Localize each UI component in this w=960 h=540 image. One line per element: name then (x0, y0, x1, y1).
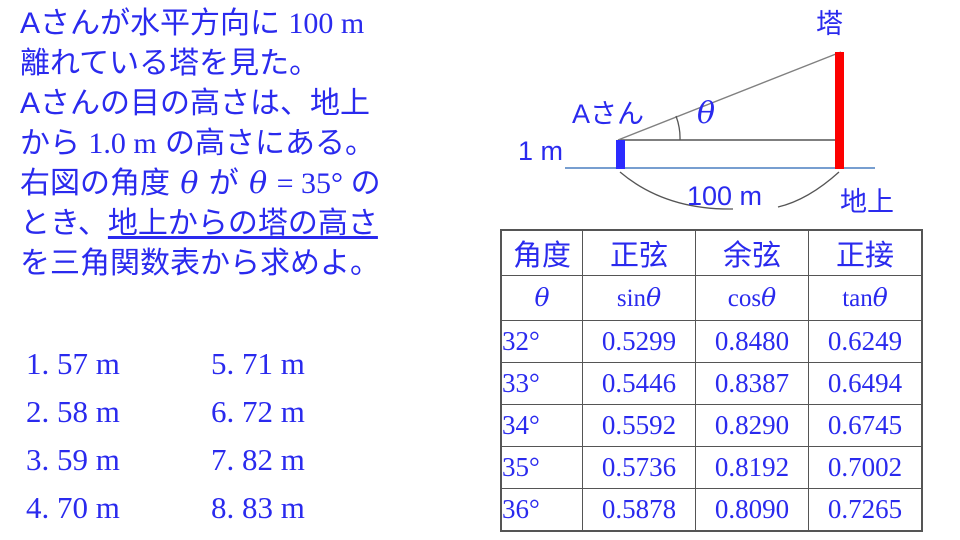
answer-choice[interactable]: 3. 59 m (26, 442, 211, 478)
table-row: 32° 0.5299 0.8480 0.6249 (500, 320, 923, 363)
tower-label: 塔 (816, 9, 843, 39)
header-tan-symbol: tanθ (808, 275, 923, 321)
angle-arc (675, 115, 681, 141)
angle-cell: 35° (500, 446, 583, 489)
table-row: 35° 0.5736 0.8192 0.7002 (500, 446, 923, 489)
problem-line: 右図の角度 θ が θ = 35° の (20, 164, 490, 204)
header-angle-jp: 角度 (500, 229, 583, 276)
problem-text-run: 右図の角度 (20, 167, 179, 200)
sin-cell: 0.5299 (582, 320, 696, 363)
problem-text-run: の (350, 167, 381, 200)
answer-choice-row: 1. 57 m 5. 71 m (26, 340, 446, 388)
problem-statement: Aさんが水平方向に 100 m 離れている塔を見た。 Aさんの目の高さは、地上 から … (20, 4, 490, 284)
header-tan-jp: 正接 (808, 229, 923, 276)
answer-choice-row: 2. 58 m 6. 72 m (26, 388, 446, 436)
sin-cell: 0.5736 (582, 446, 696, 489)
table-header-row-jp: 角度 正弦 余弦 正接 (500, 229, 923, 276)
distance-arc-right (777, 171, 840, 208)
tan-cell: 0.6494 (808, 362, 923, 405)
tan-cell: 0.7265 (808, 488, 923, 532)
problem-text-run: 1.0 m (88, 127, 157, 160)
problem-line: Aさんの目の高さは、地上 (20, 84, 490, 124)
line-of-sight (617, 51, 842, 141)
cos-cell: 0.8090 (695, 488, 809, 532)
problem-text-run: 離れている塔を見た。 (20, 47, 320, 80)
angle-cell: 34° (500, 404, 583, 447)
problem-line: から 1.0 m の高さにある。 (20, 124, 490, 164)
answer-choice-row: 4. 70 m 8. 83 m (26, 484, 446, 532)
answer-choice-row: 3. 59 m 7. 82 m (26, 436, 446, 484)
problem-text-run: の高さにある。 (156, 127, 376, 160)
problem-slide: Aさんが水平方向に 100 m 離れている塔を見た。 Aさんの目の高さは、地上 から … (0, 0, 960, 540)
cos-cell: 0.8290 (695, 404, 809, 447)
answer-choice[interactable]: 5. 71 m (211, 346, 396, 382)
table-body: 32° 0.5299 0.8480 0.6249 33° 0.5446 0.8387 0.64… (500, 320, 923, 532)
cos-cell: 0.8192 (695, 446, 809, 489)
trigonometry-diagram: 塔 Aさん 1 m 地上 100 m θ (490, 0, 960, 222)
problem-text-run: を三角関数表から求めよ。 (20, 247, 380, 280)
problem-line: を三角関数表から求めよ。 (20, 244, 490, 284)
problem-text-run: θ (180, 166, 199, 201)
answer-choice[interactable]: 7. 82 m (211, 442, 396, 478)
problem-text-run: 100 m (288, 7, 365, 40)
problem-text-run: から (20, 127, 89, 160)
answer-choice[interactable]: 2. 58 m (26, 394, 211, 430)
answer-choice[interactable]: 4. 70 m (26, 490, 211, 526)
person-bar (616, 140, 625, 169)
tan-cell: 0.6745 (808, 404, 923, 447)
cos-cell: 0.8387 (695, 362, 809, 405)
ground-label: 地上 (840, 187, 894, 217)
problem-text-run: とき、 (20, 207, 108, 240)
underlined-phrase: 地上からの塔の高さ (107, 207, 378, 240)
table-row: 33° 0.5446 0.8387 0.6494 (500, 362, 923, 405)
problem-line: 離れている塔を見た。 (20, 44, 490, 84)
tan-cell: 0.6249 (808, 320, 923, 363)
header-sin-jp: 正弦 (582, 229, 696, 276)
angle-theta-label: θ (697, 96, 716, 131)
tan-cell: 0.7002 (808, 446, 923, 489)
header-cos-jp: 余弦 (695, 229, 809, 276)
problem-text-run: θ (249, 166, 268, 201)
problem-text-run: Aさんが水平方向に (20, 7, 289, 40)
header-sin-symbol: sinθ (582, 275, 696, 321)
problem-text-run: が (200, 167, 248, 200)
table-header: 角度 正弦 余弦 正接 θ sinθ cosθ tanθ (500, 229, 923, 321)
angle-cell: 36° (500, 488, 583, 532)
answer-choice[interactable]: 8. 83 m (211, 490, 396, 526)
header-cos-symbol: cosθ (695, 275, 809, 321)
header-angle-symbol: θ (500, 275, 583, 321)
sin-cell: 0.5592 (582, 404, 696, 447)
eye-height-label: 1 m (518, 136, 564, 166)
table-header-row-sym: θ sinθ cosθ tanθ (500, 275, 923, 321)
sin-cell: 0.5878 (582, 488, 696, 532)
table-row: 34° 0.5592 0.8290 0.6745 (500, 404, 923, 447)
answer-choice[interactable]: 6. 72 m (211, 394, 396, 430)
person-label: Aさん (572, 99, 645, 129)
problem-text-run: = 35° (269, 167, 351, 200)
tower-bar (835, 52, 844, 169)
table-row: 36° 0.5878 0.8090 0.7265 (500, 488, 923, 532)
distance-label: 100 m (687, 181, 763, 211)
problem-line: とき、地上からの塔の高さ (20, 204, 490, 244)
cos-cell: 0.8480 (695, 320, 809, 363)
answer-choice[interactable]: 1. 57 m (26, 346, 211, 382)
problem-text-run: Aさんの目の高さは、地上 (20, 87, 371, 120)
answer-choice-list: 1. 57 m 5. 71 m 2. 58 m 6. 72 m 3. 59 m 7. 82… (26, 340, 446, 532)
problem-line: Aさんが水平方向に 100 m (20, 4, 490, 44)
angle-cell: 33° (500, 362, 583, 405)
sin-cell: 0.5446 (582, 362, 696, 405)
trigonometric-table: 角度 正弦 余弦 正接 θ sinθ cosθ tanθ 32° 0.5299 0.… (500, 229, 923, 532)
angle-cell: 32° (500, 320, 583, 363)
